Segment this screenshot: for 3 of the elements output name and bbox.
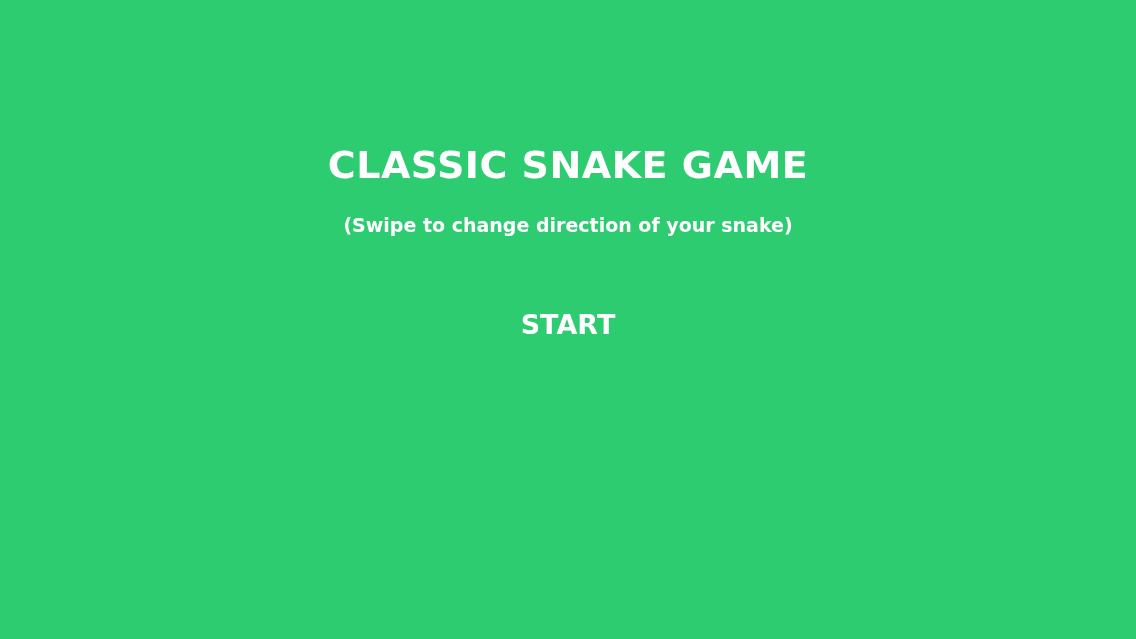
game-title: CLASSIC SNAKE GAME (327, 142, 809, 189)
instruction-text: (Swipe to change direction of your snake) (343, 213, 793, 238)
start-button[interactable]: START (516, 306, 620, 344)
